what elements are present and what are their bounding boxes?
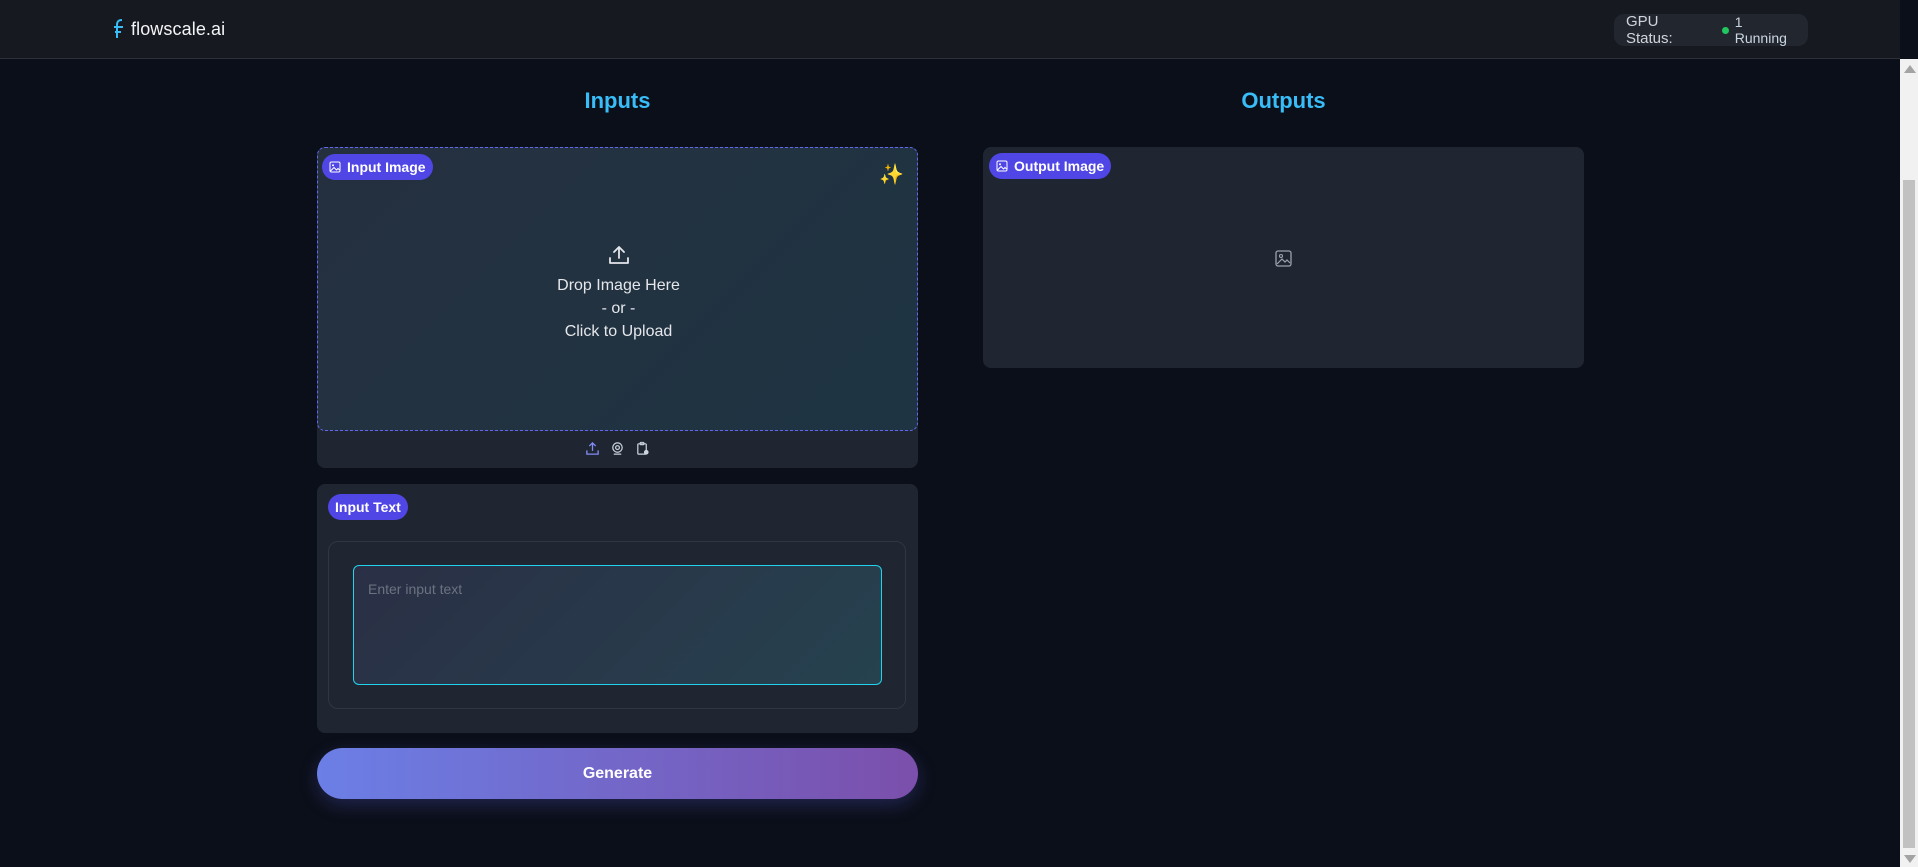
upload-source-icon[interactable]	[584, 440, 601, 457]
gpu-status-label: GPU Status:	[1626, 13, 1673, 47]
drop-content: Drop Image Here - or - Click to Upload	[318, 243, 919, 343]
input-text-field[interactable]: Enter input text	[353, 565, 882, 685]
brand-name: flowscale.ai	[131, 18, 226, 39]
input-image-panel: Input Image ✨ Drop Image Here - or - Cli…	[317, 147, 918, 468]
top-bar: flowscale.ai GPU Status: 1 Running	[0, 0, 1900, 59]
drop-text-line2: - or -	[601, 300, 636, 317]
input-text-badge: Input Text	[328, 494, 408, 520]
scroll-up-icon[interactable]	[1904, 65, 1916, 73]
webcam-icon[interactable]	[609, 440, 626, 457]
inputs-title: Inputs	[584, 88, 651, 113]
brand[interactable]: flowscale.ai	[112, 18, 225, 40]
image-placeholder-icon	[1275, 250, 1292, 267]
image-icon	[329, 161, 341, 173]
input-image-label: Input Image	[347, 159, 426, 175]
drop-text-line3: Click to Upload	[564, 323, 673, 340]
generate-button[interactable]: Generate	[317, 748, 918, 799]
image-dropzone[interactable]: Input Image ✨ Drop Image Here - or - Cli…	[317, 147, 918, 431]
outputs-title: Outputs	[1241, 88, 1326, 113]
input-text-container: Enter input text	[328, 541, 906, 709]
input-text-panel: Input Text Enter input text	[317, 484, 918, 733]
page-scrollbar[interactable]	[1900, 59, 1918, 867]
gpu-status: GPU Status: 1 Running	[1614, 13, 1808, 47]
running-dot-icon	[1722, 26, 1729, 34]
flowscale-logo-icon	[114, 19, 123, 38]
image-icon	[996, 160, 1008, 172]
input-image-badge: Input Image	[322, 154, 433, 180]
output-image-panel: Output Image	[983, 147, 1584, 368]
input-text-label: Input Text	[335, 499, 401, 515]
drop-text-line1: Drop Image Here	[557, 277, 680, 294]
upload-icon	[608, 246, 629, 264]
gpu-running-count: 1 Running	[1734, 14, 1787, 46]
scroll-thumb[interactable]	[1903, 180, 1915, 848]
image-source-toolbar	[317, 440, 918, 462]
clipboard-icon[interactable]	[634, 440, 651, 457]
output-image-label: Output Image	[1014, 158, 1105, 174]
output-image-badge: Output Image	[989, 153, 1112, 179]
scroll-down-icon[interactable]	[1904, 855, 1916, 863]
sparkle-icon[interactable]: ✨	[879, 162, 904, 187]
